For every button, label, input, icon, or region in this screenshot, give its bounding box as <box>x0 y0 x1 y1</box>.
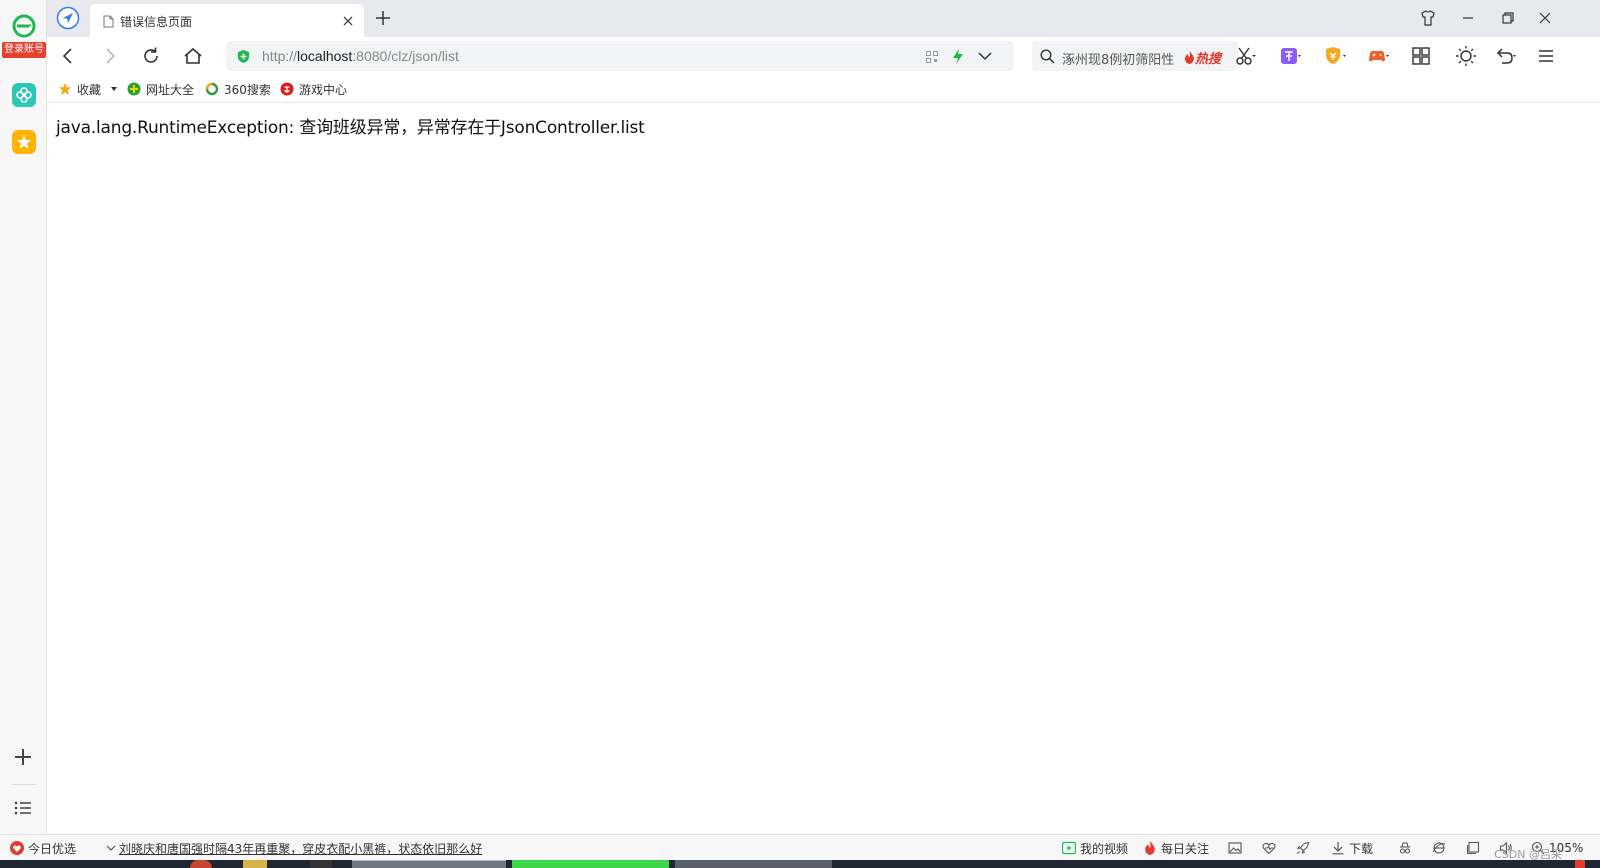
my-video-label: 我的视频 <box>1080 841 1129 856</box>
search-360-icon <box>205 82 219 96</box>
clover-app-icon[interactable] <box>12 83 36 107</box>
close-window-icon[interactable] <box>1537 10 1553 26</box>
navigation-toolbar: http://localhost:8080/clz/json/list 涿州现8… <box>47 37 1600 75</box>
bookmark-item[interactable]: 游戏中心 <box>280 81 347 97</box>
heart-icon <box>10 841 24 855</box>
news-ticker[interactable]: 刘晓庆和唐国强时隔43年再重聚，穿皮衣配小黑裤，状态依旧那么好 <box>106 840 482 856</box>
qr-code-icon[interactable] <box>926 51 938 63</box>
chevron-down-icon[interactable] <box>978 51 992 61</box>
undo-icon[interactable] <box>1494 45 1516 67</box>
image-icon[interactable] <box>1228 841 1242 855</box>
bookmark-item[interactable]: 360搜索 <box>205 81 271 97</box>
star-icon <box>58 82 72 96</box>
star-favorites-icon[interactable] <box>12 130 36 154</box>
tab-active[interactable]: 错误信息页面 <box>90 4 364 37</box>
bookmark-favorites[interactable]: 收藏 <box>58 81 118 97</box>
download-label: 下载 <box>1349 841 1374 856</box>
scissors-icon[interactable] <box>1234 45 1256 67</box>
window-icon[interactable] <box>1466 841 1480 855</box>
bookmark-label: 游戏中心 <box>299 82 348 97</box>
fire-icon <box>1145 841 1155 855</box>
skin-icon[interactable] <box>1420 10 1436 26</box>
video-icon <box>1062 841 1076 855</box>
taskbar-window-active[interactable] <box>512 860 669 868</box>
news-link[interactable]: 刘晓庆和唐国强时隔43年再重聚，穿皮衣配小黑裤，状态依旧那么好 <box>119 840 482 857</box>
taskbar-window[interactable] <box>352 860 506 868</box>
today-pick[interactable]: 今日优选 <box>10 840 76 856</box>
close-tab-icon[interactable] <box>341 14 355 28</box>
chevron-down-icon <box>106 845 116 851</box>
game-center-icon <box>280 82 294 96</box>
apps-grid-icon[interactable] <box>1410 45 1432 67</box>
today-pick-label: 今日优选 <box>28 841 77 856</box>
bookmark-label: 360搜索 <box>224 82 271 97</box>
browser-logo-icon[interactable] <box>12 14 36 38</box>
tab-title: 错误信息页面 <box>120 15 193 29</box>
page-content: java.lang.RuntimeException: 查询班级异常，异常存在于… <box>47 103 1600 834</box>
taskbar-app-icon[interactable] <box>243 860 267 868</box>
bookmark-item[interactable]: 网址大全 <box>127 81 194 97</box>
tab-bar: 错误信息页面 <box>47 0 1600 37</box>
search-icon <box>1040 49 1055 64</box>
new-tab-icon[interactable] <box>375 10 391 26</box>
url-prefix: http:// <box>262 48 298 64</box>
minimize-icon[interactable] <box>1460 10 1476 26</box>
sidebar-divider <box>12 784 36 785</box>
refresh-icon[interactable] <box>140 45 162 67</box>
list-icon[interactable] <box>13 800 33 816</box>
bookmark-label: 网址大全 <box>146 82 195 97</box>
os-taskbar <box>0 860 1600 868</box>
lightning-icon[interactable] <box>952 49 964 64</box>
url-path: :8080/clz/json/list <box>352 48 459 64</box>
restore-icon[interactable] <box>1500 10 1516 26</box>
bookmark-favorites-label: 收藏 <box>77 82 102 97</box>
address-bar[interactable]: http://localhost:8080/clz/json/list <box>226 41 1014 71</box>
menu-icon[interactable] <box>1535 45 1557 67</box>
compass-icon[interactable] <box>56 6 80 30</box>
brightness-icon[interactable] <box>1455 45 1477 67</box>
plus-icon[interactable] <box>12 746 34 768</box>
url-text[interactable]: http://localhost:8080/clz/json/list <box>262 48 459 64</box>
taskbar-app-icon[interactable] <box>190 860 212 868</box>
bookmarks-bar: 收藏 网址大全 360搜索 游戏中心 <box>47 75 1600 103</box>
health-heart-icon[interactable] <box>1262 841 1276 855</box>
game-controller-icon[interactable] <box>1367 45 1389 67</box>
caret-down-icon <box>111 87 118 91</box>
site-nav-icon <box>127 82 141 96</box>
left-sidebar: 登录账号 <box>0 0 47 834</box>
coupon-shield-icon[interactable] <box>1324 45 1346 67</box>
back-icon[interactable] <box>57 45 79 67</box>
error-message: java.lang.RuntimeException: 查询班级异常，异常存在于… <box>56 118 645 138</box>
daily-focus[interactable]: 每日关注 <box>1143 840 1209 856</box>
taskbar-notification-icon[interactable] <box>1575 860 1585 868</box>
download[interactable]: 下载 <box>1331 840 1373 856</box>
download-icon <box>1332 842 1344 855</box>
status-bar: 今日优选 刘晓庆和唐国强时隔43年再重聚，穿皮衣配小黑裤，状态依旧那么好 我的视… <box>0 834 1600 861</box>
hot-search-label: 热搜 <box>1195 52 1222 67</box>
forward-icon[interactable] <box>99 45 121 67</box>
shield-icon <box>238 50 249 63</box>
rocket-icon[interactable] <box>1296 841 1310 855</box>
incognito-icon[interactable] <box>1398 841 1412 855</box>
hot-search-badge[interactable]: 热搜 <box>1184 48 1221 67</box>
login-button[interactable]: 登录账号 <box>2 42 46 58</box>
translate-icon[interactable] <box>1279 45 1301 67</box>
my-video[interactable]: 我的视频 <box>1062 840 1128 856</box>
taskbar-window[interactable] <box>675 860 832 868</box>
document-icon <box>103 15 114 28</box>
home-icon[interactable] <box>182 45 204 67</box>
search-input[interactable]: 涿州现8例初筛阳性 <box>1062 49 1174 68</box>
ie-mode-icon[interactable] <box>1432 841 1446 855</box>
daily-focus-label: 每日关注 <box>1161 841 1210 856</box>
search-box[interactable]: 涿州现8例初筛阳性 热搜 <box>1032 41 1238 71</box>
taskbar-app-icon[interactable] <box>310 860 332 868</box>
url-host: localhost <box>297 48 353 64</box>
